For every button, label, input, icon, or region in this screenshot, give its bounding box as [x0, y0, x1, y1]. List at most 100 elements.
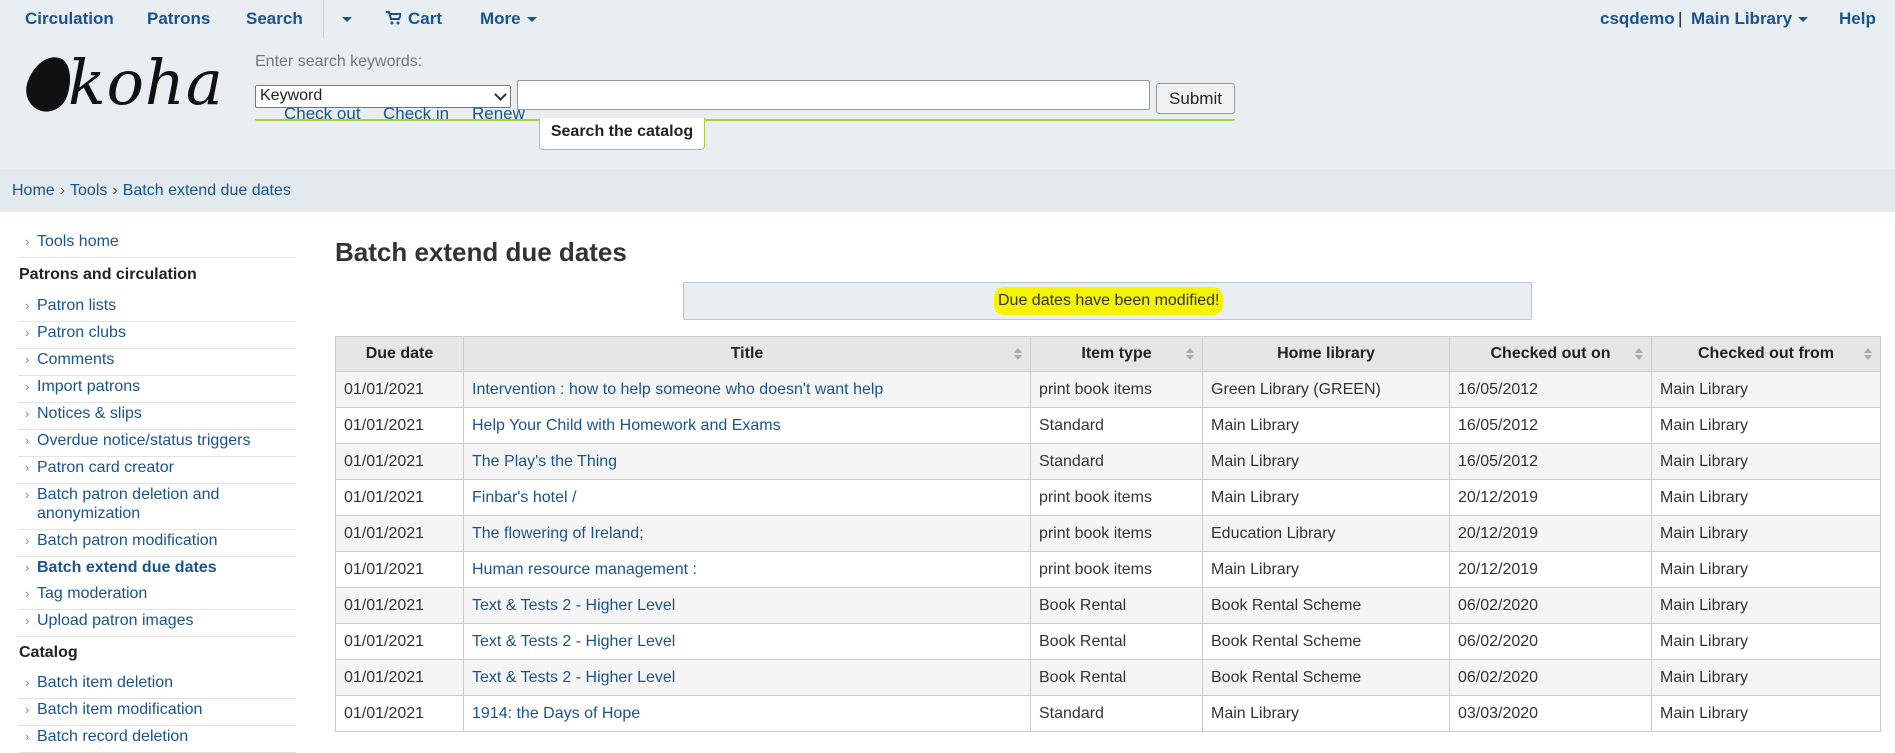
- chevron-right-icon: ›: [25, 487, 30, 502]
- tab-search-the-catalog[interactable]: Search the catalog: [539, 118, 705, 150]
- table-row: 01/01/2021 The Play's the Thing Standard Ma…: [335, 443, 1881, 480]
- cell-due-date: 01/01/2021: [335, 371, 464, 408]
- sidebar-item-overdue-triggers[interactable]: › Overdue notice/status triggers: [18, 429, 296, 457]
- column-header-due-date[interactable]: Due date: [335, 336, 464, 372]
- cell-home-library: Education Library: [1202, 515, 1450, 552]
- cell-item-type: print book items: [1030, 551, 1203, 588]
- cell-checked-out-on: 16/05/2012: [1449, 371, 1652, 408]
- nav-library[interactable]: Main Library: [1691, 9, 1809, 29]
- sidebar-item-label: Tag moderation: [37, 585, 148, 602]
- sidebar-item-label: Batch extend due dates: [37, 559, 217, 576]
- nav-patrons[interactable]: Patrons: [147, 9, 210, 29]
- cell-due-date: 01/01/2021: [335, 623, 464, 660]
- nav-help[interactable]: Help: [1839, 9, 1876, 29]
- breadcrumb-home[interactable]: Home: [12, 182, 55, 199]
- nav-more[interactable]: More: [480, 9, 537, 29]
- cell-checked-out-from: Main Library: [1651, 551, 1881, 588]
- column-header-label: Home library: [1277, 345, 1375, 362]
- chevron-right-icon: ›: [25, 729, 30, 744]
- sidebar-item-patron-card-creator[interactable]: › Patron card creator: [18, 456, 296, 484]
- column-header-checked-out-on[interactable]: Checked out on: [1449, 336, 1652, 372]
- sidebar-item-label: Upload patron images: [37, 612, 194, 629]
- breadcrumb: Home › Tools › Batch extend due dates: [0, 169, 1895, 212]
- column-header-item-type[interactable]: Item type: [1030, 336, 1203, 372]
- search-input[interactable]: [517, 80, 1150, 110]
- cell-checked-out-from: Main Library: [1651, 587, 1881, 624]
- column-header-home-library[interactable]: Home library: [1202, 336, 1450, 372]
- cell-title[interactable]: 1914: the Days of Hope: [463, 695, 1031, 732]
- table-row: 01/01/2021 Finbar's hotel / print book ite…: [335, 479, 1881, 516]
- sidebar-item-label: Batch record deletion: [37, 728, 189, 745]
- cell-title[interactable]: Human resource management :: [463, 551, 1031, 588]
- sidebar-item-batch-item-modification[interactable]: › Batch item modification: [18, 698, 296, 726]
- cell-checked-out-on: 03/03/2020: [1449, 695, 1652, 732]
- tab-renew[interactable]: Renew: [472, 104, 525, 124]
- table-row: 01/01/2021 Text & Tests 2 - Higher Level B…: [335, 659, 1881, 696]
- table-header-row: Due date Title Item type Home library Ch…: [335, 336, 1881, 372]
- cell-item-type: Standard: [1030, 407, 1203, 444]
- koha-logo[interactable]: koha: [20, 46, 223, 120]
- cell-item-type: Book Rental: [1030, 659, 1203, 696]
- cell-checked-out-on: 20/12/2019: [1449, 479, 1652, 516]
- table-row: 01/01/2021 The flowering of Ireland; print…: [335, 515, 1881, 552]
- sidebar-item-notices-slips[interactable]: › Notices & slips: [18, 402, 296, 430]
- cell-item-type: print book items: [1030, 479, 1203, 516]
- cell-due-date: 01/01/2021: [335, 551, 464, 588]
- tab-check-out[interactable]: Check out: [284, 104, 361, 124]
- breadcrumb-current[interactable]: Batch extend due dates: [123, 182, 291, 199]
- column-header-checked-out-from[interactable]: Checked out from: [1651, 336, 1881, 372]
- sidebar-item-label: Notices & slips: [37, 405, 142, 422]
- sidebar-item-batch-extend-due-dates[interactable]: › Batch extend due dates: [18, 556, 296, 582]
- cell-title[interactable]: Help Your Child with Homework and Exams: [463, 407, 1031, 444]
- sidebar-item-label: Patron clubs: [37, 324, 126, 341]
- nav-user-separator: |: [1678, 9, 1683, 28]
- tab-check-in[interactable]: Check in: [383, 104, 449, 124]
- sort-icon: [1186, 348, 1194, 360]
- sidebar-item-patron-lists[interactable]: › Patron lists: [18, 294, 296, 322]
- cell-item-type: print book items: [1030, 515, 1203, 552]
- sidebar-item-import-patrons[interactable]: › Import patrons: [18, 375, 296, 403]
- cell-checked-out-from: Main Library: [1651, 371, 1881, 408]
- sidebar-item-upload-patron-images[interactable]: › Upload patron images: [18, 609, 296, 637]
- sidebar-item-batch-item-deletion[interactable]: › Batch item deletion: [18, 671, 296, 699]
- submit-button[interactable]: Submit: [1156, 83, 1235, 114]
- table-row: 01/01/2021 Human resource management : pri…: [335, 551, 1881, 588]
- column-header-title[interactable]: Title: [463, 336, 1031, 372]
- cell-item-type: Book Rental: [1030, 623, 1203, 660]
- chevron-right-icon: ›: [25, 234, 30, 249]
- chevron-down-icon: [342, 17, 352, 23]
- breadcrumb-tools[interactable]: Tools: [70, 182, 107, 199]
- cell-title[interactable]: Intervention : how to help someone who d…: [463, 371, 1031, 408]
- sidebar-item-batch-patron-modification[interactable]: › Batch patron modification: [18, 529, 296, 557]
- cell-title[interactable]: The Play's the Thing: [463, 443, 1031, 480]
- sidebar-item-tag-moderation[interactable]: › Tag moderation: [18, 582, 296, 610]
- cell-checked-out-on: 16/05/2012: [1449, 407, 1652, 444]
- cell-due-date: 01/01/2021: [335, 443, 464, 480]
- nav-search[interactable]: Search: [246, 9, 303, 29]
- sidebar-item-label: Overdue notice/status triggers: [37, 432, 251, 449]
- sidebar-item-label: Tools home: [37, 233, 119, 250]
- cell-title[interactable]: Text & Tests 2 - Higher Level: [463, 587, 1031, 624]
- nav-circulation[interactable]: Circulation: [25, 9, 114, 29]
- cell-title[interactable]: Text & Tests 2 - Higher Level: [463, 659, 1031, 696]
- nav-user[interactable]: csqdemo: [1600, 9, 1675, 29]
- nav-cart[interactable]: Cart: [386, 9, 442, 29]
- cell-title[interactable]: The flowering of Ireland;: [463, 515, 1031, 552]
- cell-title[interactable]: Text & Tests 2 - Higher Level: [463, 623, 1031, 660]
- sidebar-item-label: Batch patron deletion and anonymization: [37, 486, 220, 522]
- sidebar-item-tools-home[interactable]: › Tools home: [18, 230, 296, 258]
- chevron-right-icon: ›: [25, 460, 30, 475]
- success-message: Due dates have been modified!: [683, 282, 1532, 320]
- nav-search-dropdown[interactable]: [336, 9, 352, 29]
- nav-divider: [323, 0, 324, 38]
- top-navigation: Circulation Patrons Search Cart More csq…: [0, 0, 1895, 38]
- sidebar-item-patron-clubs[interactable]: › Patron clubs: [18, 321, 296, 349]
- sidebar-item-comments[interactable]: › Comments: [18, 348, 296, 376]
- cell-title[interactable]: Finbar's hotel /: [463, 479, 1031, 516]
- cell-due-date: 01/01/2021: [335, 659, 464, 696]
- sidebar-item-batch-patron-deletion[interactable]: › Batch patron deletion and anonymizatio…: [18, 483, 296, 530]
- column-header-label: Checked out from: [1697, 345, 1834, 362]
- sort-icon: [1014, 348, 1022, 360]
- cell-home-library: Book Rental Scheme: [1202, 587, 1450, 624]
- cell-checked-out-on: 20/12/2019: [1449, 551, 1652, 588]
